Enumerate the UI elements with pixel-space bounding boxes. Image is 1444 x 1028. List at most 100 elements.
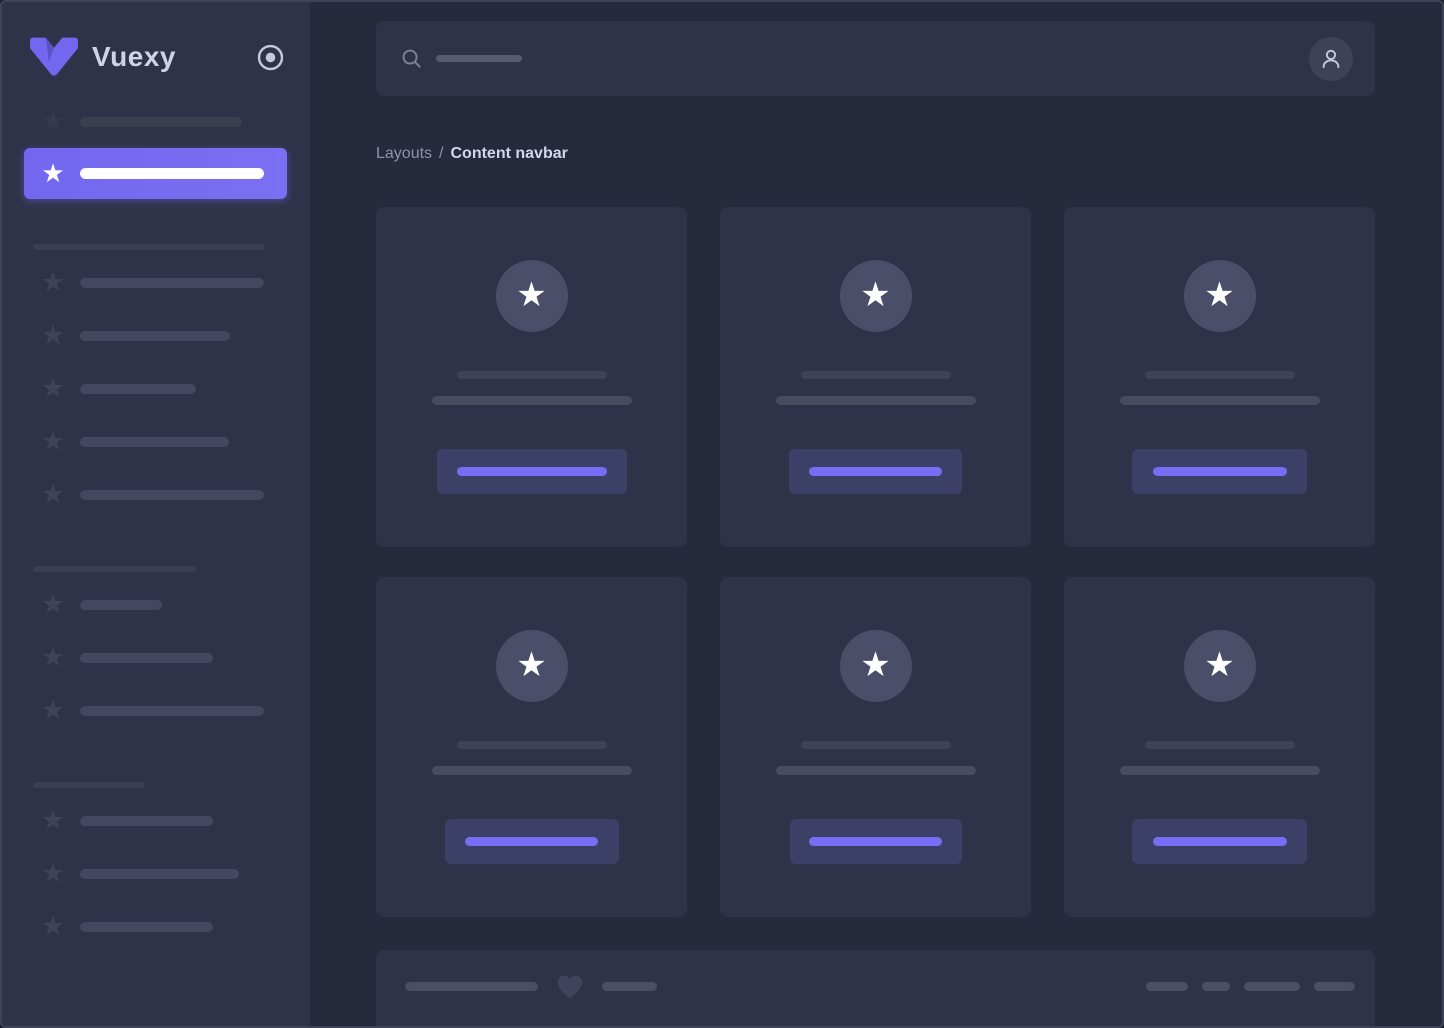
content-card: ★ — [1064, 207, 1375, 547]
card-avatar-circle: ★ — [496, 630, 568, 702]
person-icon — [1318, 46, 1344, 72]
star-icon: ★ — [40, 860, 66, 887]
sidebar-item[interactable]: ★ — [2, 631, 310, 684]
star-icon: ★ — [40, 108, 66, 135]
footer-skeleton-bar — [1314, 982, 1355, 991]
content-card: ★ — [376, 577, 687, 917]
search-icon — [400, 47, 423, 70]
sidebar-section-header-skeleton — [33, 782, 145, 788]
sidebar-item[interactable]: ★ — [2, 900, 310, 953]
button-label-skeleton — [809, 467, 942, 476]
card-title-skeleton — [801, 741, 951, 749]
sidebar-item-skeleton-bar — [80, 437, 229, 447]
sidebar-item-skeleton-bar — [80, 278, 264, 288]
sidebar-section-header-skeleton — [33, 244, 264, 250]
card-avatar-circle: ★ — [840, 260, 912, 332]
star-icon: ★ — [1204, 278, 1234, 312]
star-icon: ★ — [40, 697, 66, 724]
star-icon: ★ — [40, 644, 66, 671]
card-subtitle-skeleton — [776, 766, 976, 775]
card-grid: ★ ★ ★ ★ ★ ★ — [376, 207, 1375, 917]
sidebar-item[interactable]: ★ — [2, 794, 310, 847]
footer-skeleton-bar — [602, 982, 657, 991]
card-avatar-circle: ★ — [1184, 630, 1256, 702]
footer-skeleton-bar — [1146, 982, 1188, 991]
breadcrumb: Layouts/Content navbar — [376, 143, 1442, 165]
brand: Vuexy — [30, 36, 285, 78]
sidebar-item[interactable]: ★ — [2, 847, 310, 900]
sidebar-item[interactable]: ★ — [2, 256, 310, 309]
star-icon: ★ — [40, 913, 66, 940]
sidebar-item[interactable]: ★ — [2, 362, 310, 415]
star-icon: ★ — [40, 375, 66, 402]
star-icon: ★ — [40, 161, 66, 187]
card-action-button[interactable] — [445, 819, 619, 864]
card-action-button[interactable] — [790, 819, 962, 864]
search-input[interactable] — [400, 47, 522, 70]
star-icon: ★ — [860, 278, 890, 312]
sidebar-item-skeleton-bar — [80, 384, 196, 394]
sidebar-item-skeleton-bar — [80, 706, 264, 716]
sidebar-item-skeleton-bar — [80, 816, 213, 826]
content-card: ★ — [376, 207, 687, 547]
sidebar-item[interactable]: ★ — [2, 578, 310, 631]
button-label-skeleton — [457, 467, 607, 476]
vuexy-logo-icon — [30, 37, 78, 77]
sidebar-item-skeleton-bar — [80, 869, 239, 879]
sidebar-item[interactable]: ★ — [2, 309, 310, 362]
content-card: ★ — [720, 577, 1031, 917]
star-icon: ★ — [40, 322, 66, 349]
main-content: Layouts/Content navbar ★★★★★★ — [310, 2, 1442, 1026]
sidebar-menu: ★ ★ ★ ★ ★ ★ ★ ★ ★ ★ ★ ★ ★ — [2, 95, 310, 953]
card-action-button[interactable] — [1132, 449, 1307, 494]
footer-skeleton-bar — [405, 982, 538, 991]
star-icon: ★ — [40, 428, 66, 455]
card-subtitle-skeleton — [776, 396, 976, 405]
top-navbar — [376, 21, 1375, 96]
sidebar-item-placeholder[interactable]: ★ — [2, 95, 310, 148]
star-icon: ★ — [40, 481, 66, 508]
sidebar-item-skeleton-bar — [80, 490, 264, 500]
heart-icon — [556, 974, 584, 1000]
sidebar-item-skeleton-bar — [80, 331, 230, 341]
card-title-skeleton — [1145, 741, 1295, 749]
sidebar-item-skeleton-bar — [80, 117, 242, 127]
sidebar-item[interactable]: ★ — [2, 415, 310, 468]
footer-skeleton-bar — [1244, 982, 1300, 991]
star-icon: ★ — [1204, 648, 1234, 682]
sidebar-item-skeleton-bar — [80, 922, 213, 932]
card-avatar-circle: ★ — [1184, 260, 1256, 332]
button-label-skeleton — [1153, 837, 1287, 846]
star-icon: ★ — [40, 591, 66, 618]
breadcrumb-parent-link[interactable]: Layouts — [376, 145, 432, 162]
footer-card — [376, 950, 1375, 1028]
star-icon: ★ — [40, 807, 66, 834]
card-subtitle-skeleton — [432, 396, 632, 405]
card-action-button[interactable] — [437, 449, 627, 494]
card-avatar-circle: ★ — [496, 260, 568, 332]
card-subtitle-skeleton — [432, 766, 632, 775]
card-action-button[interactable] — [789, 449, 962, 494]
card-subtitle-skeleton — [1120, 766, 1320, 775]
sidebar-item[interactable]: ★ — [2, 468, 310, 521]
card-action-button[interactable] — [1132, 819, 1307, 864]
user-avatar-button[interactable] — [1309, 37, 1353, 81]
footer-right-group — [1146, 982, 1355, 991]
card-title-skeleton — [457, 371, 607, 379]
card-title-skeleton — [801, 371, 951, 379]
star-icon: ★ — [860, 648, 890, 682]
button-label-skeleton — [809, 837, 942, 846]
star-icon: ★ — [40, 269, 66, 296]
sidebar: Vuexy ★ ★ ★ ★ ★ ★ ★ ★ ★ ★ ★ ★ ★ — [2, 2, 310, 1026]
sidebar-section-header-skeleton — [33, 566, 196, 572]
content-card: ★ — [720, 207, 1031, 547]
star-icon: ★ — [516, 278, 546, 312]
sidebar-item-active[interactable]: ★ — [24, 148, 287, 199]
sidebar-item-skeleton-bar — [80, 600, 162, 610]
card-title-skeleton — [1145, 371, 1295, 379]
button-label-skeleton — [1153, 467, 1287, 476]
footer-left-group — [405, 974, 657, 1000]
menu-pin-toggle-icon[interactable] — [256, 43, 285, 72]
breadcrumb-separator: / — [439, 145, 443, 162]
sidebar-item[interactable]: ★ — [2, 684, 310, 737]
